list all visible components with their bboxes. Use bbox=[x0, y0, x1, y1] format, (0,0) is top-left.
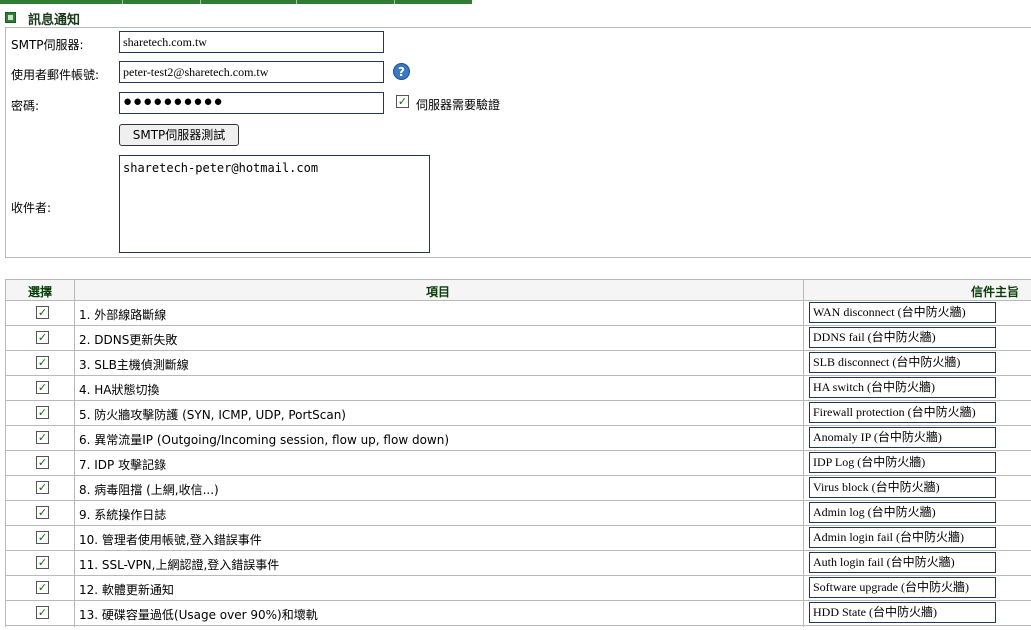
row-subject-input[interactable]: Admin log (台中防火牆) bbox=[809, 502, 996, 523]
recipients-textarea[interactable]: sharetech-peter@hotmail.com bbox=[119, 155, 430, 253]
row-subject-input[interactable]: WAN disconnect (台中防火牆) bbox=[809, 302, 996, 323]
row-select-checkbox[interactable]: ✓ bbox=[36, 456, 49, 469]
row-select-checkbox[interactable]: ✓ bbox=[36, 331, 49, 344]
row-subject-input[interactable]: DDNS fail (台中防火牆) bbox=[809, 327, 996, 348]
row-select-checkbox[interactable]: ✓ bbox=[36, 506, 49, 519]
table-row: ✓ 8. 病毒阻擋 (上網,收信...) Virus block (台中防火牆) bbox=[5, 476, 1031, 501]
row-select-checkbox[interactable]: ✓ bbox=[36, 531, 49, 544]
table-row: ✓ 2. DDNS更新失敗 DDNS fail (台中防火牆) bbox=[5, 326, 1031, 351]
row-subject-input[interactable]: HA switch (台中防火牆) bbox=[809, 377, 996, 398]
row-item-label: 12. 軟體更新通知 bbox=[79, 583, 174, 597]
table-header-row: 選擇 項目 信件主旨 bbox=[5, 279, 1031, 301]
account-input[interactable]: peter-test2@sharetech.com.tw bbox=[119, 61, 384, 83]
header-subject: 信件主旨 bbox=[971, 285, 1020, 299]
row-item-label: 3. SLB主機偵測斷線 bbox=[79, 358, 189, 372]
row-item-label: 11. SSL-VPN,上網認證,登入錯誤事件 bbox=[79, 558, 280, 572]
row-item-label: 5. 防火牆攻擊防護 (SYN, ICMP, UDP, PortScan) bbox=[79, 408, 346, 422]
row-item-label: 9. 系統操作日誌 bbox=[79, 508, 167, 522]
table-row: ✓ 10. 管理者使用帳號,登入錯誤事件 Admin login fail (台中防… bbox=[5, 526, 1031, 551]
row-subject-input[interactable]: Anomaly IP (台中防火牆) bbox=[809, 427, 996, 448]
row-item-label: 1. 外部線路斷線 bbox=[79, 308, 167, 322]
smtp-test-button[interactable]: SMTP伺服器測試 bbox=[119, 124, 239, 146]
row-subject-input[interactable]: Virus block (台中防火牆) bbox=[809, 477, 996, 498]
row-select-checkbox[interactable]: ✓ bbox=[36, 406, 49, 419]
table-row: ✓ 6. 異常流量IP (Outgoing/Incoming session, f… bbox=[5, 426, 1031, 451]
section-title: 訊息通知 bbox=[28, 13, 81, 28]
row-item-label: 7. IDP 攻擊記錄 bbox=[79, 458, 167, 472]
row-select-checkbox[interactable]: ✓ bbox=[36, 556, 49, 569]
auth-required-checkbox[interactable]: ✓ bbox=[396, 95, 409, 108]
table-row: ✓ 11. SSL-VPN,上網認證,登入錯誤事件 Auth login fail … bbox=[5, 551, 1031, 576]
table-row: ✓ 4. HA狀態切換 HA switch (台中防火牆) bbox=[5, 376, 1031, 401]
smtp-server-label: SMTP伺服器: bbox=[11, 38, 84, 52]
row-item-label: 6. 異常流量IP (Outgoing/Incoming session, fl… bbox=[79, 433, 450, 447]
row-item-label: 13. 硬碟容量過低(Usage over 90%)和壞軌 bbox=[79, 608, 318, 622]
recipients-label: 收件者: bbox=[11, 201, 52, 215]
section-header: 訊息通知 bbox=[0, 6, 1031, 28]
row-subject-input[interactable]: Firewall protection (台中防火牆) bbox=[809, 402, 996, 423]
row-item-label: 8. 病毒阻擋 (上網,收信...) bbox=[79, 483, 219, 497]
top-tab-strip bbox=[0, 0, 472, 4]
row-item-label: 4. HA狀態切換 bbox=[79, 383, 160, 397]
auth-required-label: 伺服器需要驗證 bbox=[416, 98, 501, 112]
row-item-label: 2. DDNS更新失敗 bbox=[79, 333, 178, 347]
row-subject-input[interactable]: SLB disconnect (台中防火牆) bbox=[809, 352, 996, 373]
row-select-checkbox[interactable]: ✓ bbox=[36, 431, 49, 444]
row-select-checkbox[interactable]: ✓ bbox=[36, 356, 49, 369]
row-select-checkbox[interactable]: ✓ bbox=[36, 381, 49, 394]
row-subject-input[interactable]: HDD State (台中防火牆) bbox=[809, 602, 996, 623]
row-select-checkbox[interactable]: ✓ bbox=[36, 581, 49, 594]
table-row: ✓ 7. IDP 攻擊記錄 IDP Log (台中防火牆) bbox=[5, 451, 1031, 476]
row-subject-input[interactable]: IDP Log (台中防火牆) bbox=[809, 452, 996, 473]
account-label: 使用者郵件帳號: bbox=[11, 68, 100, 82]
table-row: ✓ 1. 外部線路斷線 WAN disconnect (台中防火牆) bbox=[5, 301, 1031, 326]
row-select-checkbox[interactable]: ✓ bbox=[36, 306, 49, 319]
row-subject-input[interactable]: Auth login fail (台中防火牆) bbox=[809, 552, 996, 573]
table-row: ✓ 9. 系統操作日誌 Admin log (台中防火牆) bbox=[5, 501, 1031, 526]
row-subject-input[interactable]: Software upgrade (台中防火牆) bbox=[809, 577, 996, 598]
header-item: 項目 bbox=[426, 285, 451, 299]
table-row: ✓ 13. 硬碟容量過低(Usage over 90%)和壞軌 HDD State … bbox=[5, 601, 1031, 626]
table-row: ✓ 3. SLB主機偵測斷線 SLB disconnect (台中防火牆) bbox=[5, 351, 1031, 376]
row-item-label: 10. 管理者使用帳號,登入錯誤事件 bbox=[79, 533, 262, 547]
password-label: 密碼: bbox=[11, 99, 40, 113]
table-row: ✓ 5. 防火牆攻擊防護 (SYN, ICMP, UDP, PortScan) Fi… bbox=[5, 401, 1031, 426]
help-icon[interactable]: ? bbox=[393, 63, 410, 80]
table-row: ✓ 12. 軟體更新通知 Software upgrade (台中防火牆) bbox=[5, 576, 1031, 601]
row-subject-input[interactable]: Admin login fail (台中防火牆) bbox=[809, 527, 996, 548]
row-select-checkbox[interactable]: ✓ bbox=[36, 481, 49, 494]
row-select-checkbox[interactable]: ✓ bbox=[36, 606, 49, 619]
header-select: 選擇 bbox=[28, 285, 53, 299]
password-input[interactable]: ●●●●●●●●●● bbox=[119, 92, 384, 114]
smtp-server-input[interactable]: sharetech.com.tw bbox=[119, 31, 384, 53]
section-icon bbox=[5, 12, 16, 23]
